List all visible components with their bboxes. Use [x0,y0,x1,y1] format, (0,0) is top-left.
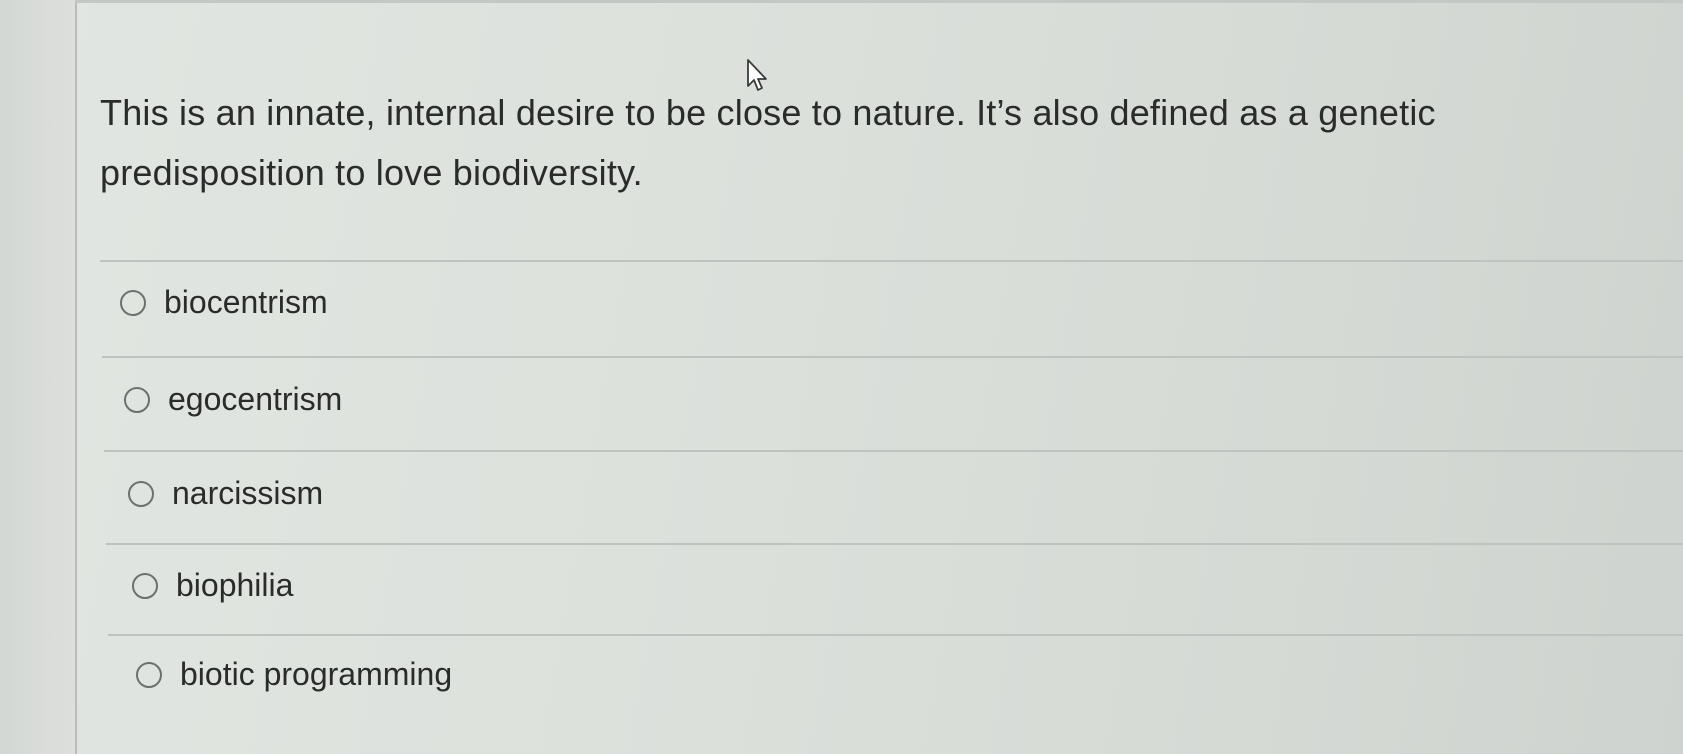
question-panel: This is an innate, internal desire to be… [77,3,1683,754]
radio-button-icon[interactable] [136,661,162,688]
answer-option-egocentrism[interactable]: egocentrism [124,381,342,418]
option-label: narcissism [172,475,324,511]
option-label: biocentrism [164,284,328,320]
screen: This is an innate, internal desire to be… [0,0,1683,754]
mouse-pointer-icon [747,59,767,91]
answer-option-narcissism[interactable]: narcissism [128,475,323,512]
option-divider [108,634,1683,636]
answer-option-biocentrism[interactable]: biocentrism [120,284,328,321]
radio-button-icon[interactable] [120,289,146,316]
question-text: This is an innate, internal desire to be… [100,83,1600,203]
option-divider [100,260,1683,262]
option-divider [106,543,1683,545]
radio-button-icon[interactable] [132,572,158,599]
radio-button-icon[interactable] [124,386,150,413]
option-label: biotic programming [180,656,453,692]
answer-option-biophilia[interactable]: biophilia [132,567,293,604]
question-line-1: This is an innate, internal desire to be… [100,92,1436,133]
option-divider [102,356,1683,358]
option-divider [104,450,1683,452]
question-line-2: predisposition to love biodiversity. [100,152,643,193]
option-label: biophilia [176,567,294,603]
answer-option-biotic-programming[interactable]: biotic programming [136,656,452,693]
option-label: egocentrism [168,381,343,417]
left-gutter [0,0,75,754]
radio-button-icon[interactable] [128,480,154,507]
